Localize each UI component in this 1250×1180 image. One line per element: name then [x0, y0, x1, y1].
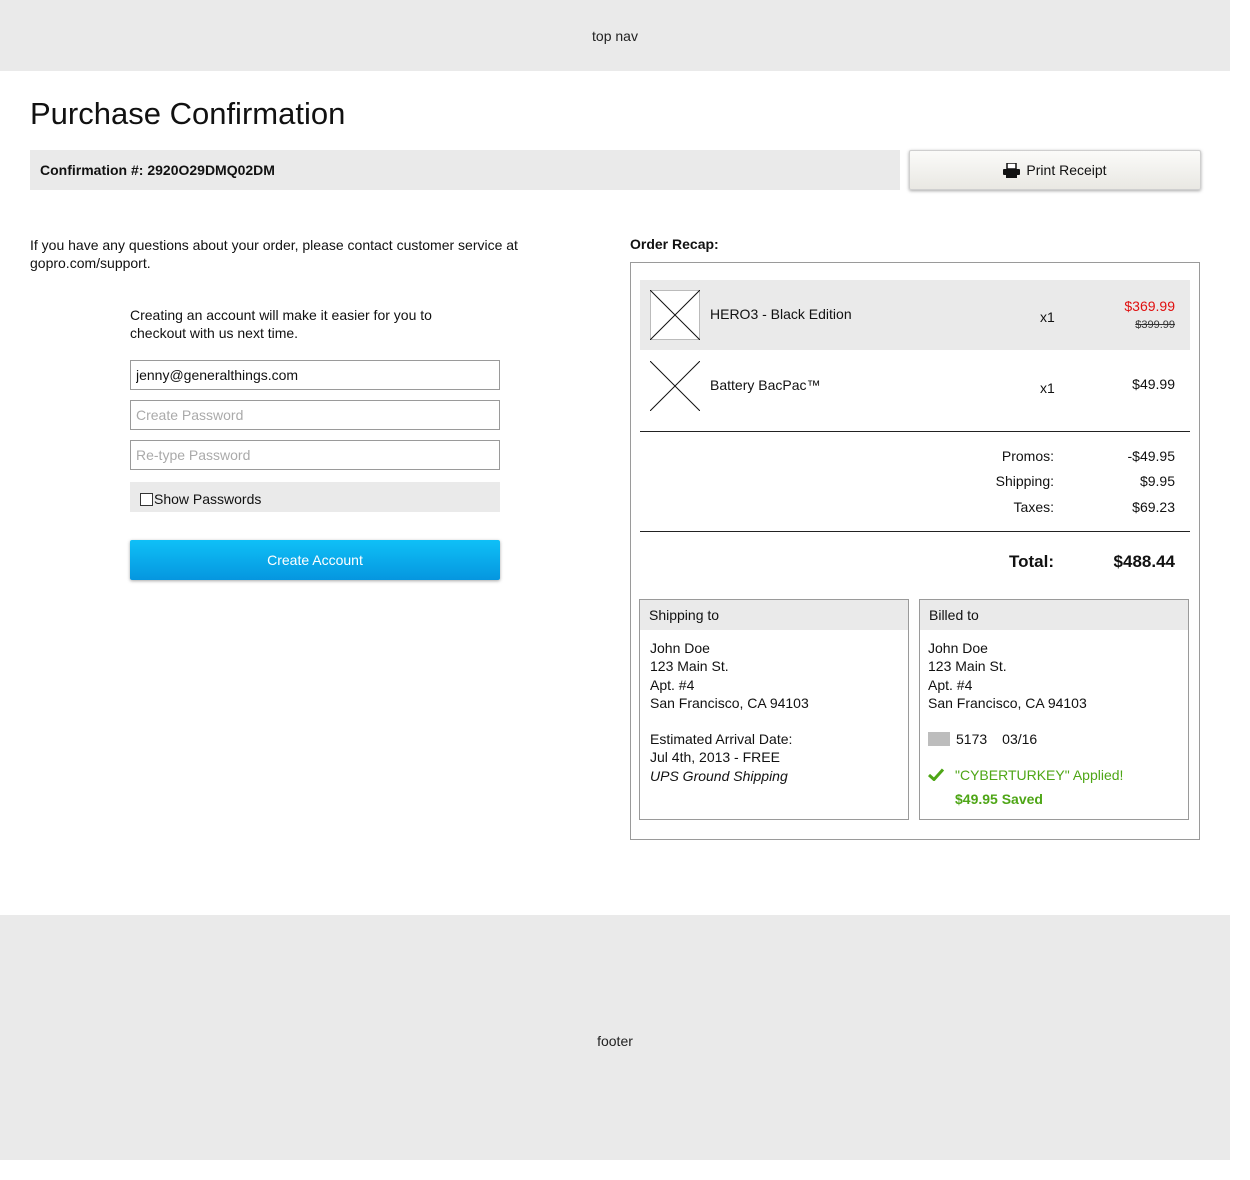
email-field[interactable] [130, 360, 500, 390]
arrival-label: Estimated Arrival Date: [650, 731, 793, 748]
promos-value: -$49.95 [1127, 448, 1175, 464]
taxes-label: Taxes: [1013, 499, 1054, 515]
billing-address-panel: Billed to John Doe 123 Main St. Apt. #4 … [919, 599, 1189, 820]
billing-heading: Billed to [920, 600, 1188, 630]
order-item: HERO3 - Black Edition x1 $369.99 $399.99 [640, 280, 1190, 350]
payment-card: 5173 03/16 [928, 730, 1178, 748]
product-image-placeholder [649, 360, 701, 412]
create-account-button[interactable]: Create Account [130, 540, 500, 580]
billing-city: San Francisco, CA 94103 [928, 694, 1087, 711]
promo-applied: "CYBERTURKEY" Applied! [927, 766, 1178, 785]
create-password-field[interactable] [130, 400, 500, 430]
promo-saved-amount: $49.95 Saved [955, 790, 1043, 807]
order-item: Battery BacPac™ x1 $49.99 [640, 351, 1190, 421]
order-recap-panel: HERO3 - Black Edition x1 $369.99 $399.99… [630, 262, 1200, 840]
shipping-method: UPS Ground Shipping [650, 767, 788, 784]
divider [640, 431, 1190, 432]
divider [640, 531, 1190, 532]
confirmation-number: Confirmation #: 2920O29DMQ02DM [40, 162, 275, 178]
shipping-value: $9.95 [1139, 473, 1175, 489]
show-passwords-checkbox[interactable] [140, 492, 153, 506]
checkmark-icon [927, 767, 946, 785]
product-image-placeholder [649, 289, 701, 341]
billing-apt: Apt. #4 [928, 676, 973, 693]
billing-street: 123 Main St. [928, 658, 1007, 675]
top-nav: top nav [0, 0, 1230, 71]
shipping-label: Shipping: [995, 473, 1054, 489]
show-passwords-toggle[interactable]: Show Passwords [130, 482, 500, 512]
page-title: Purchase Confirmation [30, 96, 346, 131]
printer-icon [1003, 162, 1021, 178]
footer: footer [0, 915, 1230, 1160]
billing-name: John Doe [928, 640, 988, 656]
top-nav-label: top nav [592, 27, 638, 44]
print-receipt-button[interactable]: Print Receipt [909, 150, 1201, 190]
total-label: Total: [1008, 552, 1054, 571]
shipping-name: John Doe [650, 640, 710, 656]
item-name: HERO3 - Black Edition [710, 306, 852, 322]
shipping-street: 123 Main St. [650, 658, 729, 675]
item-name: Battery BacPac™ [710, 377, 821, 393]
item-original-price: $399.99 [1135, 319, 1175, 331]
arrival-date: Jul 4th, 2013 - FREE [650, 749, 780, 766]
taxes-value: $69.23 [1132, 499, 1175, 515]
order-recap-heading: Order Recap: [630, 236, 719, 252]
total-value: $488.44 [1113, 552, 1175, 571]
shipping-apt: Apt. #4 [650, 676, 695, 693]
item-quantity: x1 [1040, 380, 1055, 396]
shipping-heading: Shipping to [640, 600, 908, 630]
item-price: $49.99 [1132, 376, 1175, 392]
item-sale-price: $369.99 [1124, 298, 1175, 314]
confirmation-bar: Confirmation #: 2920O29DMQ02DM [30, 150, 900, 190]
card-expiry: 03/16 [1002, 731, 1038, 748]
credit-card-icon [928, 732, 950, 747]
retype-password-field[interactable] [130, 440, 500, 470]
card-last4: 5173 [956, 731, 988, 748]
shipping-city: San Francisco, CA 94103 [650, 694, 809, 711]
shipping-address-panel: Shipping to John Doe 123 Main St. Apt. #… [639, 599, 909, 820]
show-passwords-label: Show Passwords [154, 491, 262, 507]
customer-service-text: If you have any questions about your ord… [30, 237, 518, 271]
account-note: Creating an account will make it easier … [130, 307, 432, 341]
create-account-label: Create Account [267, 552, 363, 568]
print-receipt-label: Print Receipt [1026, 162, 1107, 178]
item-quantity: x1 [1040, 309, 1055, 325]
promo-code-text: "CYBERTURKEY" Applied! [955, 767, 1124, 784]
footer-label: footer [597, 1032, 633, 1049]
promos-label: Promos: [1001, 448, 1054, 464]
